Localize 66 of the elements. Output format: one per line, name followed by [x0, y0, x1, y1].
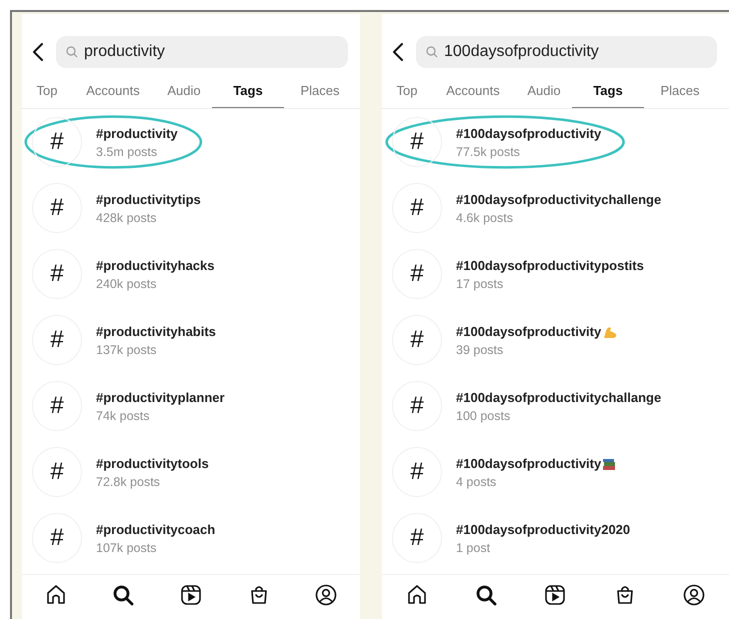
post-count: 4 posts	[456, 474, 498, 490]
post-count: 74k posts	[96, 408, 151, 424]
search-field[interactable]: 100daysofproductivity	[416, 36, 717, 68]
hashtag-name[interactable]: #100daysofproductivity2020	[456, 520, 630, 540]
hashtag-name[interactable]: #100daysofproductivity	[456, 322, 602, 342]
search-tab[interactable]: Places	[284, 74, 356, 108]
search-tab[interactable]: Audio	[156, 74, 212, 108]
reels-icon[interactable]	[543, 583, 568, 607]
post-count: 3.5m posts	[96, 144, 158, 160]
hashtag-avatar[interactable]: #	[392, 117, 442, 167]
search-tab[interactable]: Tags	[212, 74, 284, 108]
post-count: 240k posts	[96, 276, 158, 292]
hashtag-avatar[interactable]: #	[32, 447, 82, 497]
post-count: 77.5k posts	[456, 144, 521, 160]
hashtag-name[interactable]: #100daysofproductivity	[456, 454, 602, 474]
hashtag-avatar[interactable]: #	[32, 183, 82, 233]
post-count: 100 posts	[456, 408, 512, 424]
profile-icon[interactable]	[682, 583, 706, 607]
hashtag-avatar[interactable]: #	[32, 381, 82, 431]
search-tab[interactable]: Top	[24, 74, 70, 108]
hashtag-name[interactable]: #productivityhacks	[96, 256, 214, 276]
search-icon[interactable]	[474, 583, 498, 607]
search-tab[interactable]: Accounts	[430, 74, 516, 108]
search-tab[interactable]: Tags	[572, 74, 644, 108]
hashtag-avatar[interactable]: #	[392, 183, 442, 233]
hashtag-name[interactable]: #100daysofproductivitychallenge	[456, 190, 662, 210]
search-tab[interactable]: Accounts	[70, 74, 156, 108]
hashtag-avatar[interactable]: #	[32, 513, 82, 563]
hashtag-avatar[interactable]: #	[32, 117, 82, 167]
search-query: productivity	[84, 42, 165, 62]
hashtag-avatar[interactable]: #	[392, 513, 442, 563]
hashtag-name[interactable]: #100daysofproductivitypostits	[456, 256, 644, 276]
hashtag-avatar[interactable]: #	[392, 381, 442, 431]
hashtag-name[interactable]: #productivitycoach	[96, 520, 216, 540]
hashtag-name[interactable]: #productivityhabits	[96, 322, 216, 342]
hashtag-name[interactable]: #100daysofproductivity	[456, 124, 602, 144]
hashtag-name[interactable]: #productivitytools	[96, 454, 209, 474]
hashtag-name[interactable]: #productivityplanner	[96, 388, 225, 408]
post-count: 428k posts	[96, 210, 158, 226]
hashtag-name[interactable]: #100daysofproductivitychallange	[456, 388, 662, 408]
reels-icon[interactable]	[178, 583, 203, 607]
post-count: 72.8k posts	[96, 474, 161, 490]
hashtag-name[interactable]: #productivitytips	[96, 190, 201, 210]
hashtag-name[interactable]: #productivity	[96, 124, 178, 144]
post-count: 137k posts	[96, 342, 158, 358]
post-count: 107k posts	[96, 540, 158, 556]
hashtag-avatar[interactable]: #	[392, 315, 442, 365]
hashtag-avatar[interactable]: #	[32, 315, 82, 365]
search-icon	[426, 46, 438, 58]
search-icon	[66, 46, 78, 58]
search-tab[interactable]: Places	[644, 74, 716, 108]
post-count: 17 posts	[456, 276, 504, 292]
search-tab[interactable]: Top	[384, 74, 430, 108]
search-icon[interactable]	[111, 583, 136, 607]
search-field[interactable]: productivity	[56, 36, 348, 68]
post-count: 1 post	[456, 540, 492, 556]
back-icon[interactable]	[32, 42, 44, 62]
hashtag-avatar[interactable]: #	[392, 447, 442, 497]
hashtag-avatar[interactable]: #	[32, 249, 82, 299]
search-tab[interactable]: Audio	[516, 74, 572, 108]
search-query: 100daysofproductivity	[444, 42, 599, 62]
post-count: 39 posts	[456, 342, 504, 358]
hashtag-avatar[interactable]: #	[392, 249, 442, 299]
profile-icon[interactable]	[314, 583, 338, 607]
back-icon[interactable]	[392, 42, 404, 62]
post-count: 4.6k posts	[456, 210, 514, 226]
